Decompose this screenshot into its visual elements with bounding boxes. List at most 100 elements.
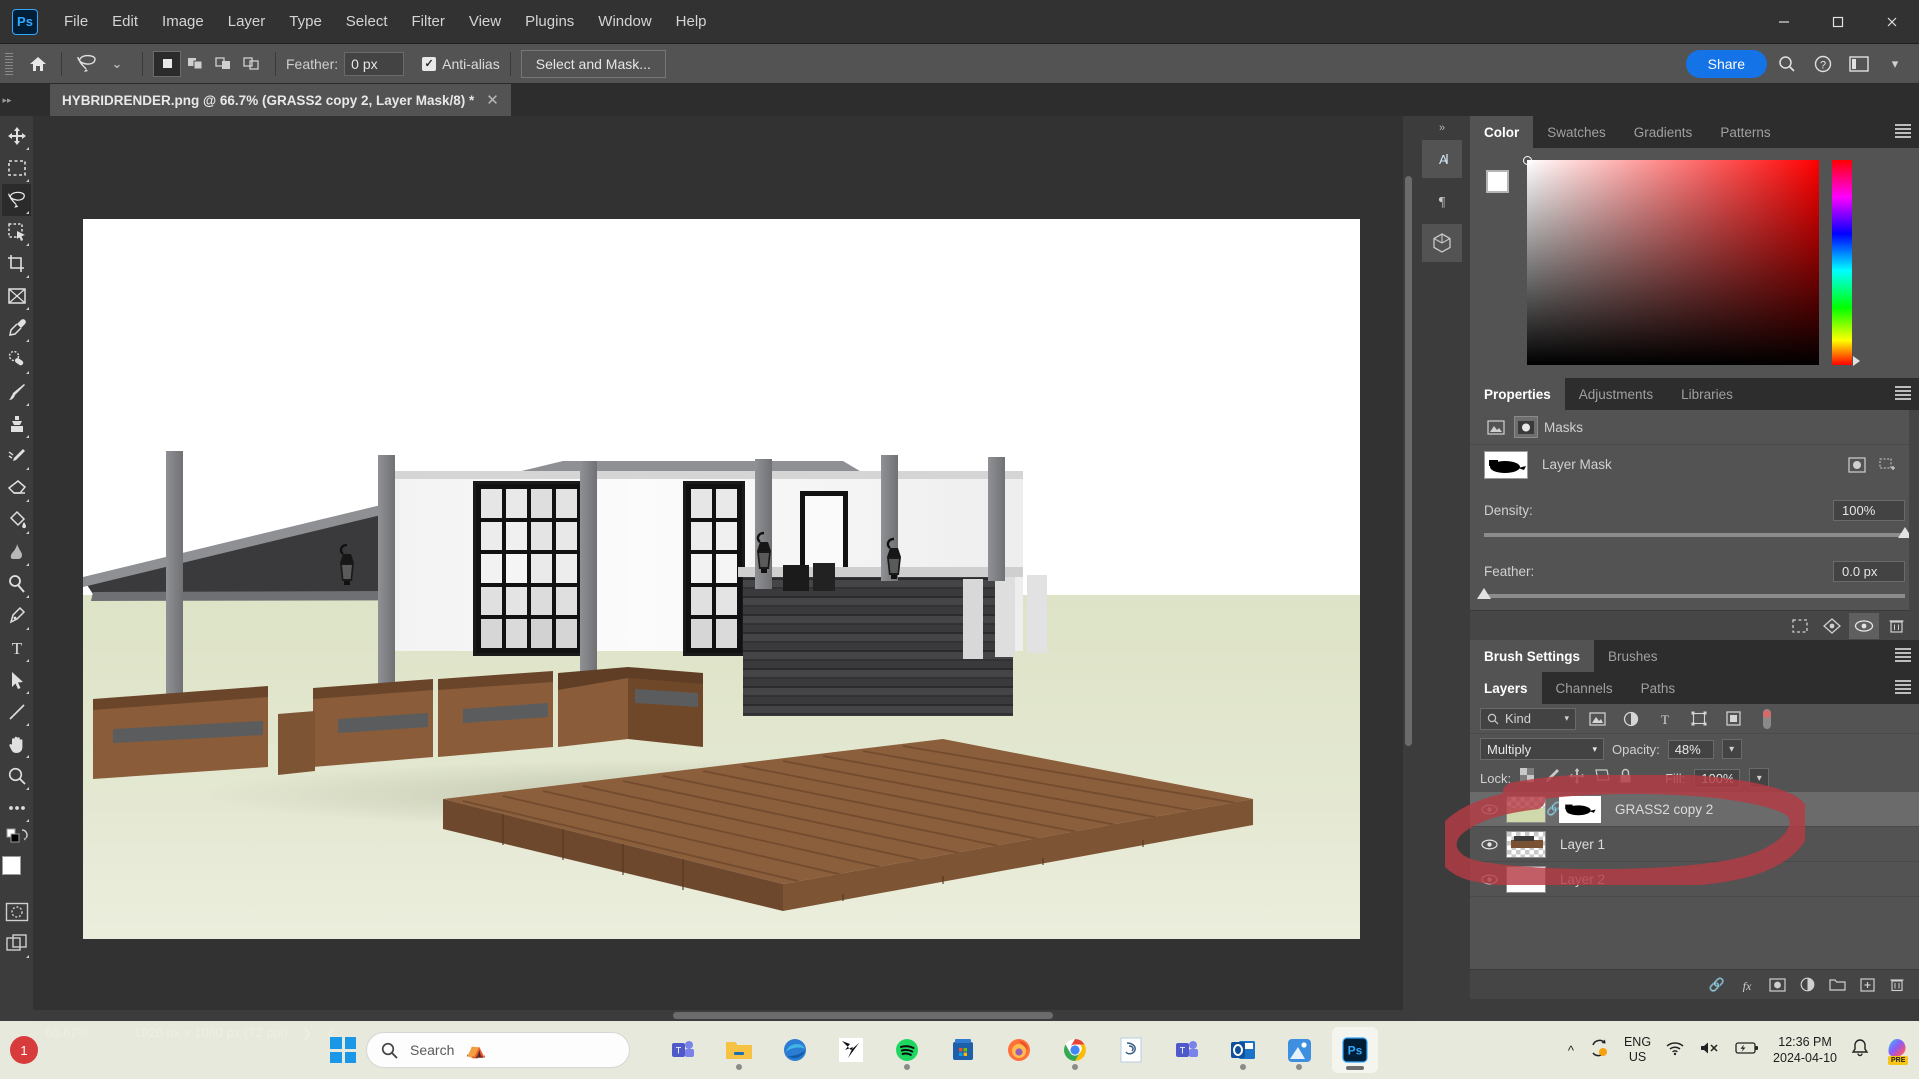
3d-panel-icon[interactable]: [1422, 224, 1462, 262]
taskbar-clock[interactable]: 12:36 PM 2024-04-10: [1773, 1034, 1837, 1066]
fill-slider-chevron-icon[interactable]: ▾: [1749, 768, 1770, 788]
foreground-background-color[interactable]: [1, 856, 32, 886]
lock-position-icon[interactable]: [1569, 767, 1586, 789]
lasso-tool[interactable]: [2, 184, 31, 216]
add-to-selection-button[interactable]: [181, 51, 209, 77]
sync-icon[interactable]: [1588, 1037, 1610, 1064]
layer-visibility-toggle-icon-2[interactable]: [1476, 873, 1502, 885]
taskbar-search-box[interactable]: Search ⛺: [366, 1032, 630, 1068]
tab-gradients[interactable]: Gradients: [1620, 116, 1707, 148]
scrollbar-thumb[interactable]: [1405, 176, 1412, 746]
tab-color[interactable]: Color: [1470, 116, 1534, 148]
load-selection-icon[interactable]: [1785, 613, 1815, 639]
panel-menu-icon-layers[interactable]: [1895, 680, 1911, 694]
taskbar-app-generic[interactable]: [828, 1027, 874, 1073]
workspace-icon[interactable]: [1843, 48, 1875, 80]
taskbar-app-microsoft-store[interactable]: [940, 1027, 986, 1073]
taskbar-app-teams[interactable]: T: [660, 1027, 706, 1073]
crop-tool[interactable]: [2, 248, 31, 280]
tab-paths[interactable]: Paths: [1627, 672, 1690, 704]
layer-mask-link-icon[interactable]: 🔗: [1546, 801, 1562, 817]
home-icon[interactable]: [25, 51, 51, 77]
layer-thumbnail-layer-1[interactable]: [1506, 830, 1546, 858]
tab-properties[interactable]: Properties: [1470, 378, 1565, 410]
spot-healing-brush-tool[interactable]: [2, 344, 31, 376]
path-selection-tool[interactable]: [2, 664, 31, 696]
pixel-mask-icon[interactable]: [1484, 416, 1508, 438]
add-pixel-mask-icon[interactable]: [1845, 454, 1869, 476]
blend-mode-select[interactable]: Multiply ▾: [1480, 738, 1604, 760]
taskbar-app-chrome[interactable]: [1052, 1027, 1098, 1073]
layer-style-icon[interactable]: fx: [1735, 973, 1759, 997]
layer-mask-thumbnail-grass[interactable]: [1559, 795, 1601, 823]
properties-scrollbar[interactable]: [1909, 410, 1919, 640]
layer-visibility-toggle-icon[interactable]: [1476, 803, 1502, 815]
bell-icon[interactable]: [1851, 1038, 1869, 1063]
menu-help[interactable]: Help: [664, 7, 719, 36]
zoom-tool[interactable]: [2, 760, 31, 792]
hue-slider[interactable]: [1832, 160, 1852, 365]
layer-mask-row[interactable]: Layer Mask: [1470, 444, 1919, 484]
options-bar-grip[interactable]: [5, 52, 13, 75]
foreground-color-swatch-color-panel[interactable]: [1486, 170, 1509, 193]
frame-tool[interactable]: [2, 280, 31, 312]
menu-filter[interactable]: Filter: [400, 7, 457, 36]
delete-mask-icon[interactable]: [1881, 613, 1911, 639]
fill-input[interactable]: [1694, 768, 1741, 788]
tab-libraries[interactable]: Libraries: [1667, 378, 1747, 410]
notification-badge[interactable]: 1: [10, 1036, 38, 1064]
rectangular-marquee-tool[interactable]: [2, 152, 31, 184]
copilot-icon[interactable]: PRE: [1883, 1034, 1911, 1067]
layer-thumbnail-grass[interactable]: [1506, 795, 1546, 823]
menu-view[interactable]: View: [457, 7, 513, 36]
minimize-button[interactable]: [1757, 0, 1811, 44]
type-tool[interactable]: T: [2, 632, 31, 664]
lock-artboard-icon[interactable]: [1594, 768, 1610, 788]
blur-tool[interactable]: [2, 536, 31, 568]
taskbar-app-teams-2[interactable]: T: [1164, 1027, 1210, 1073]
subtract-from-selection-button[interactable]: [209, 51, 237, 77]
quick-mask-icon[interactable]: [2, 896, 31, 928]
anti-alias-checkbox[interactable]: ✓ Anti-alias: [422, 56, 500, 72]
add-mask-icon[interactable]: [1765, 973, 1789, 997]
layer-name-grass2-copy-2[interactable]: GRASS2 copy 2: [1615, 802, 1713, 817]
clone-stamp-tool[interactable]: [2, 408, 31, 440]
type-filter-icon[interactable]: T: [1652, 708, 1678, 730]
feather-slider[interactable]: [1477, 588, 1905, 599]
foreground-color-swatch[interactable]: [1, 856, 21, 875]
document-canvas[interactable]: [83, 219, 1360, 939]
tab-brushes[interactable]: Brushes: [1594, 640, 1672, 672]
new-layer-icon[interactable]: [1855, 973, 1879, 997]
document-tab[interactable]: HYBRIDRENDER.png @ 66.7% (GRASS2 copy 2,…: [50, 84, 511, 116]
taskbar-app-spotify[interactable]: [884, 1027, 930, 1073]
move-tool[interactable]: [2, 120, 31, 152]
layer-thumbnail-layer-2[interactable]: [1506, 865, 1546, 893]
tab-swatches[interactable]: Swatches: [1533, 116, 1620, 148]
close-icon[interactable]: ✕: [486, 91, 499, 109]
taskbar-app-photos[interactable]: [1276, 1027, 1322, 1073]
layer-mask-thumbnail[interactable]: [1484, 450, 1528, 479]
taskbar-app-edge[interactable]: [772, 1027, 818, 1073]
canvas-vertical-scrollbar[interactable]: [1403, 116, 1414, 1021]
panel-menu-icon[interactable]: [1895, 124, 1911, 138]
history-brush-tool[interactable]: [2, 440, 31, 472]
density-input[interactable]: [1833, 500, 1905, 521]
dodge-tool[interactable]: [2, 568, 31, 600]
taskbar-app-firefox[interactable]: [996, 1027, 1042, 1073]
menu-window[interactable]: Window: [586, 7, 663, 36]
eraser-tool[interactable]: [2, 472, 31, 504]
paragraph-panel-icon[interactable]: ¶: [1422, 182, 1462, 220]
density-slider[interactable]: [1484, 527, 1912, 538]
panel-menu-icon-properties[interactable]: [1895, 386, 1911, 400]
share-button[interactable]: Share: [1685, 49, 1767, 78]
opacity-slider-chevron-icon[interactable]: ▾: [1721, 739, 1742, 759]
menu-type[interactable]: Type: [277, 7, 334, 36]
volume-muted-icon[interactable]: [1699, 1040, 1721, 1061]
windows-start-icon[interactable]: [330, 1037, 356, 1063]
new-group-icon[interactable]: [1825, 973, 1849, 997]
toggle-mask-icon[interactable]: [1849, 612, 1879, 639]
panel-menu-icon-brush[interactable]: [1895, 648, 1911, 662]
pixel-filter-icon[interactable]: [1584, 708, 1610, 730]
tray-expand-chevron-icon[interactable]: ^: [1568, 1043, 1574, 1058]
canvas-area[interactable]: [33, 116, 1414, 1021]
